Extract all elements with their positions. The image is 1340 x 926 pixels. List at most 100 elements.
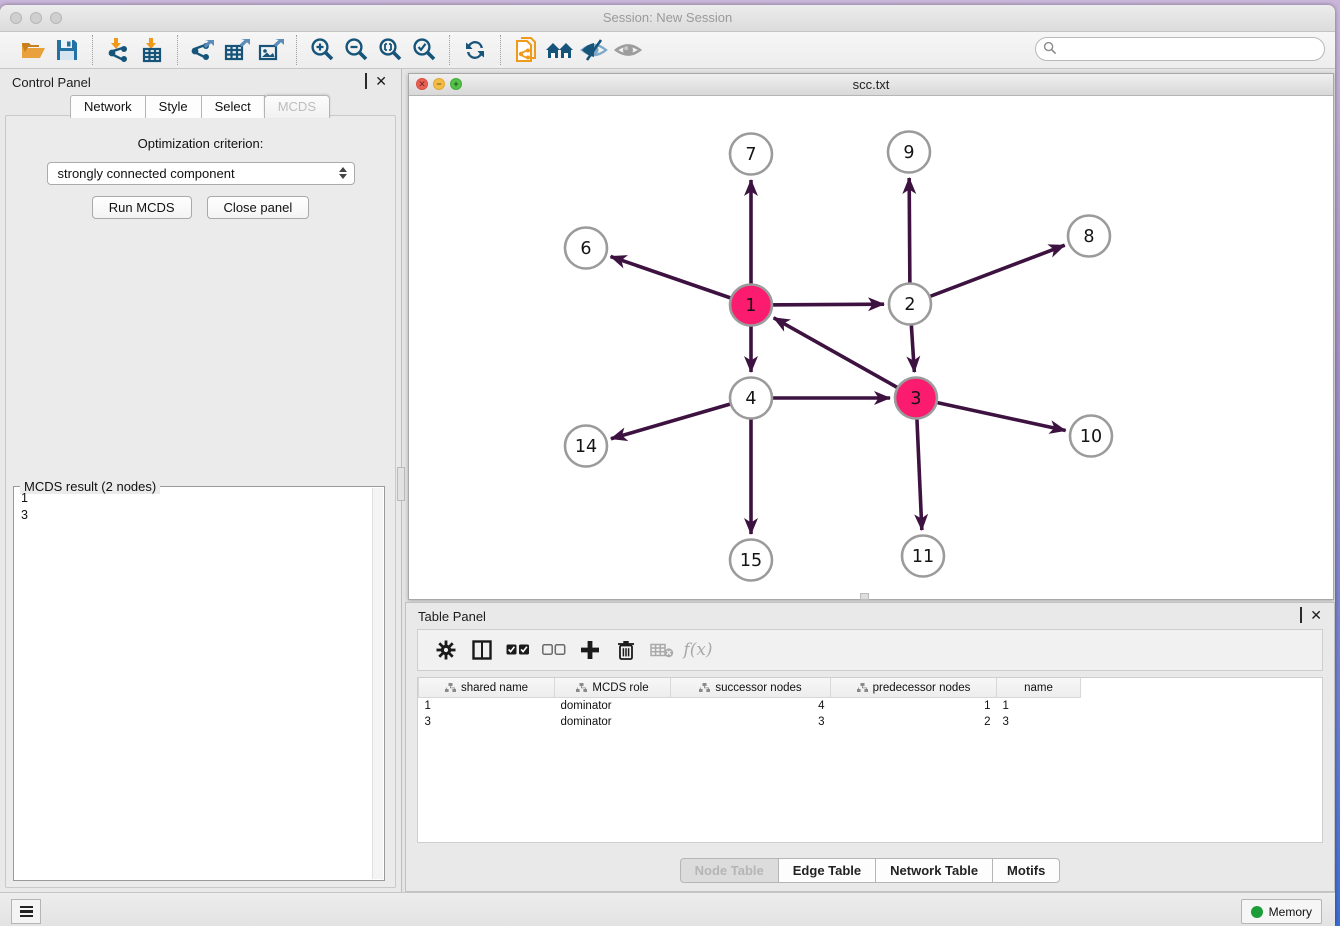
delete-row-button[interactable]	[608, 634, 644, 666]
table-tabs: Node Table Edge Table Network Table Moti…	[406, 858, 1334, 883]
close-panel-icon[interactable]: ✕	[375, 75, 387, 87]
graph-edge-2-8[interactable]	[910, 245, 1065, 304]
zoom-fit-button[interactable]	[373, 36, 407, 64]
col-name[interactable]: name	[997, 678, 1081, 698]
list-icon	[20, 906, 33, 918]
eye-icon	[614, 38, 642, 62]
show-all-button[interactable]	[611, 36, 645, 64]
graph-node-label-14: 14	[575, 437, 597, 457]
graph-node-label-7: 7	[745, 145, 756, 165]
deselect-all-button[interactable]	[536, 634, 572, 666]
add-row-button[interactable]	[572, 634, 608, 666]
run-mcds-button[interactable]: Run MCDS	[92, 196, 192, 219]
export-image-button[interactable]	[254, 36, 288, 64]
table-settings-button[interactable]	[428, 634, 464, 666]
task-history-button[interactable]	[11, 899, 41, 924]
hide-selected-button[interactable]	[577, 36, 611, 64]
col-shared-name[interactable]: shared name	[419, 678, 555, 698]
duplicate-network-button[interactable]	[509, 36, 543, 64]
tab-select[interactable]: Select	[201, 95, 265, 118]
import-table-icon	[139, 37, 165, 63]
function-builder-button[interactable]: f(x)	[680, 634, 716, 666]
network-graph[interactable]: 7968124314101511	[409, 96, 1333, 599]
search-field-wrap	[1035, 37, 1325, 61]
table-row[interactable]: 1 dominator 4 1 1	[419, 698, 1081, 715]
zoom-in-icon	[309, 37, 335, 63]
deselect-all-icon	[542, 644, 566, 656]
node-table-grid: shared name MCDS role successor nodes pr…	[418, 678, 1081, 730]
open-file-button[interactable]	[16, 36, 50, 64]
gear-icon	[436, 640, 456, 660]
control-panel-title: Control Panel	[12, 75, 91, 90]
table-header-row: shared name MCDS role successor nodes pr…	[419, 678, 1081, 698]
first-neighbors-button[interactable]	[543, 36, 577, 64]
mcds-result-scrollbar[interactable]	[372, 488, 383, 879]
tab-style[interactable]: Style	[145, 95, 202, 118]
table-close-icon[interactable]: ✕	[1310, 609, 1322, 621]
zoom-selected-button[interactable]	[407, 36, 441, 64]
mcds-panel-body: Optimization criterion: strongly connect…	[5, 115, 396, 888]
export-table-icon	[223, 37, 251, 63]
delete-table-button[interactable]	[644, 634, 680, 666]
criterion-value: strongly connected component	[48, 163, 354, 184]
mcds-result-fieldset: MCDS result (2 nodes) 1 3	[13, 486, 385, 881]
app-window: Session: New Session	[0, 5, 1335, 926]
network-window-titlebar[interactable]: ✕ − + scc.txt	[409, 74, 1333, 96]
vertical-splitter-handle[interactable]	[397, 467, 405, 501]
tab-network[interactable]: Network	[70, 95, 146, 118]
memory-status-icon	[1251, 906, 1263, 918]
tab-mcds[interactable]: MCDS	[264, 95, 330, 118]
control-panel: Control Panel ✕ Network Style Select MCD…	[0, 69, 402, 892]
table-panel-title: Table Panel	[418, 609, 486, 624]
zoom-out-button[interactable]	[339, 36, 373, 64]
graph-node-label-3: 3	[910, 389, 921, 409]
export-network-icon	[189, 37, 217, 63]
search-input[interactable]	[1035, 37, 1325, 61]
refresh-icon	[462, 37, 488, 63]
tab-edge-table[interactable]: Edge Table	[779, 858, 876, 883]
graph-edge-3-10[interactable]	[916, 398, 1066, 430]
export-network-button[interactable]	[186, 36, 220, 64]
export-image-icon	[257, 37, 285, 63]
graph-edge-3-1[interactable]	[774, 318, 916, 398]
table-float-button[interactable]	[1300, 609, 1302, 621]
network-canvas[interactable]: 7968124314101511	[409, 96, 1333, 599]
zoom-fit-icon	[377, 37, 403, 63]
close-panel-button[interactable]: Close panel	[207, 196, 310, 219]
refresh-button[interactable]	[458, 36, 492, 64]
select-all-button[interactable]	[500, 634, 536, 666]
network-view-window: ✕ − + scc.txt 7968124314101511	[408, 73, 1334, 600]
eye-slash-icon	[580, 38, 608, 62]
column-layout-button[interactable]	[464, 634, 500, 666]
graph-node-label-10: 10	[1080, 427, 1102, 447]
zoom-selected-icon	[411, 37, 437, 63]
tab-node-table[interactable]: Node Table	[680, 858, 779, 883]
import-table-button[interactable]	[135, 36, 169, 64]
table-row[interactable]: 3 dominator 3 2 3	[419, 714, 1081, 730]
column-type-icon	[445, 683, 456, 693]
float-panel-button[interactable]	[365, 75, 367, 87]
tab-network-table[interactable]: Network Table	[876, 858, 993, 883]
tab-motifs[interactable]: Motifs	[993, 858, 1060, 883]
import-network-button[interactable]	[101, 36, 135, 64]
horizontal-splitter-handle[interactable]	[860, 593, 869, 600]
graph-node-label-15: 15	[740, 551, 762, 571]
node-table[interactable]: shared name MCDS role successor nodes pr…	[417, 677, 1323, 843]
window-title: Session: New Session	[0, 10, 1335, 25]
graph-node-label-4: 4	[745, 389, 756, 409]
save-session-button[interactable]	[50, 36, 84, 64]
col-mcds-role[interactable]: MCDS role	[555, 678, 671, 698]
title-bar[interactable]: Session: New Session	[0, 5, 1335, 32]
col-predecessor-nodes[interactable]: predecessor nodes	[831, 678, 997, 698]
status-bar: Memory	[0, 892, 1335, 926]
memory-button[interactable]: Memory	[1241, 899, 1322, 924]
delete-table-icon	[650, 642, 674, 658]
col-successor-nodes[interactable]: successor nodes	[671, 678, 831, 698]
trash-icon	[617, 640, 635, 660]
dropdown-stepper-icon	[339, 167, 347, 179]
fx-icon: f(x)	[683, 640, 712, 660]
export-table-button[interactable]	[220, 36, 254, 64]
criterion-dropdown[interactable]: strongly connected component	[47, 162, 355, 185]
zoom-in-button[interactable]	[305, 36, 339, 64]
graph-node-label-11: 11	[912, 547, 934, 567]
